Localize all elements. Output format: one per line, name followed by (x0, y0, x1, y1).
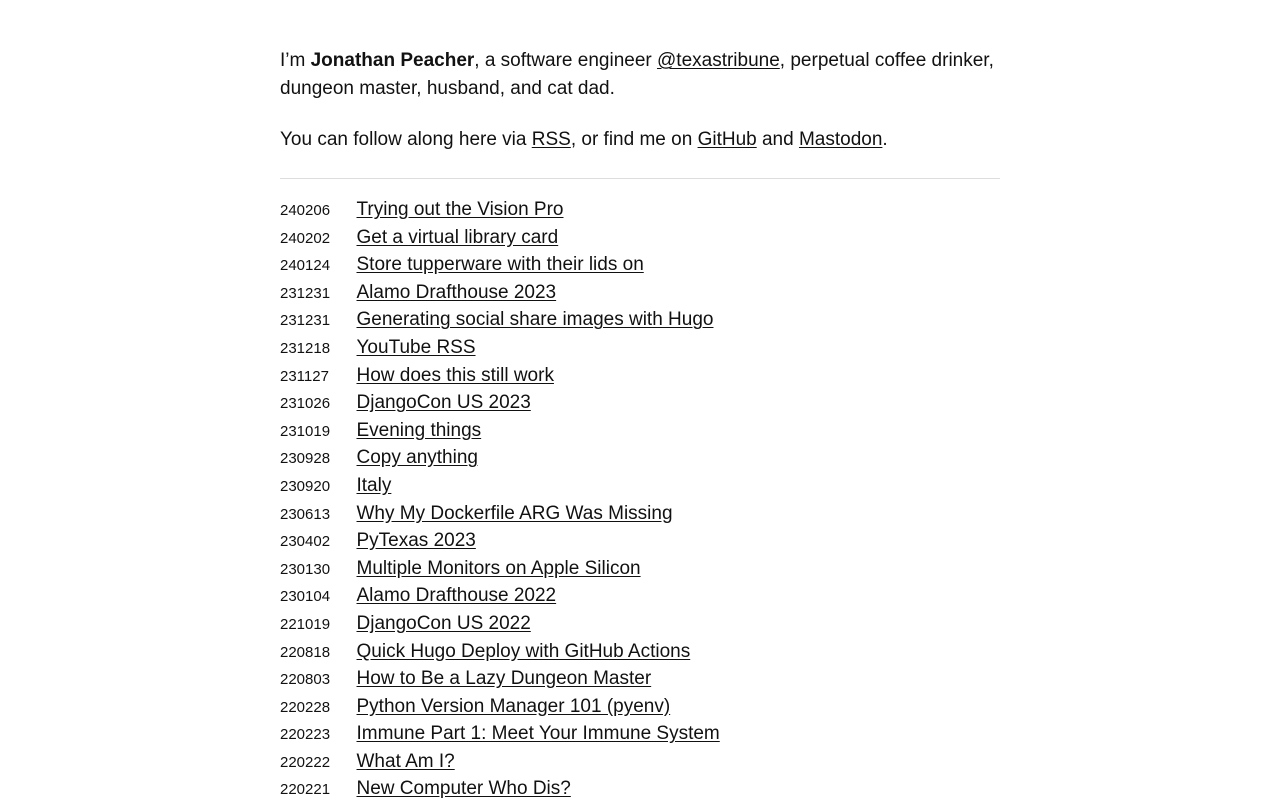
post-link[interactable]: Copy anything (357, 444, 478, 472)
post-link[interactable]: Italy (357, 472, 392, 500)
post-row: 231127 How does this still work (280, 362, 1000, 390)
post-row: 231218 YouTube RSS (280, 334, 1000, 362)
post-row: 230613 Why My Dockerfile ARG Was Missing (280, 500, 1000, 528)
post-row: 220818 Quick Hugo Deploy with GitHub Acti… (280, 638, 1000, 666)
post-date: 221019 (280, 615, 331, 633)
post-row: 231019 Evening things (280, 417, 1000, 445)
follow-middle: , or find me on (570, 129, 698, 150)
post-row: 230928 Copy anything (280, 444, 1000, 472)
post-date: 220228 (280, 698, 331, 716)
post-link[interactable]: How to Be a Lazy Dungeon Master (357, 665, 652, 693)
post-date: 230402 (280, 533, 331, 551)
post-date: 230920 (280, 477, 331, 495)
post-date: 220818 (280, 643, 331, 661)
author-name: Jonathan Peacher (310, 50, 475, 71)
post-link[interactable]: Python Version Manager 101 (pyenv) (357, 693, 671, 721)
post-row: 220222 What Am I? (280, 748, 1000, 776)
rss-link[interactable]: RSS (532, 129, 571, 150)
post-link[interactable]: Quick Hugo Deploy with GitHub Actions (357, 638, 691, 666)
github-link[interactable]: GitHub (698, 129, 757, 150)
follow-prefix: You can follow along here via (280, 129, 532, 150)
post-date: 220221 (280, 781, 331, 799)
post-link[interactable]: Trying out the Vision Pro (357, 196, 564, 224)
post-link[interactable]: Generating social share images with Hugo (357, 306, 714, 334)
post-row: 220228 Python Version Manager 101 (pyenv) (280, 693, 1000, 721)
post-date: 240206 (280, 202, 331, 219)
post-row: 240124 Store tupperware with their lids o… (280, 251, 1000, 279)
post-date: 231026 (280, 395, 331, 413)
section-divider (280, 178, 1000, 179)
follow-end: . (882, 129, 888, 150)
post-row: 220803 How to Be a Lazy Dungeon Master (280, 665, 1000, 693)
follow-and: and (756, 129, 799, 150)
post-date: 230104 (280, 588, 331, 606)
post-link[interactable]: DjangoCon US 2023 (357, 389, 531, 417)
post-row: 220223 Immune Part 1: Meet Your Immune Sy… (280, 720, 1000, 748)
post-date: 230613 (280, 505, 331, 523)
mastodon-link[interactable]: Mastodon (799, 129, 882, 150)
page-content: I’m Jonathan Peacher, a software enginee… (280, 0, 1000, 800)
post-link[interactable]: PyTexas 2023 (357, 527, 476, 555)
post-link[interactable]: What Am I? (357, 748, 455, 776)
post-date: 231218 (280, 339, 331, 357)
intro-prefix: I’m (280, 50, 311, 71)
post-link[interactable]: Get a virtual library card (357, 224, 559, 252)
post-link[interactable]: DjangoCon US 2022 (357, 610, 531, 638)
post-row: 230130 Multiple Monitors on Apple Silicon (280, 555, 1000, 583)
intro-role: , a software engineer (474, 50, 657, 71)
post-row: 240202 Get a virtual library card (280, 224, 1000, 252)
employer-link[interactable]: @texastribune (657, 50, 780, 71)
intro-paragraph: I’m Jonathan Peacher, a software enginee… (280, 47, 1000, 103)
post-date: 230928 (280, 450, 331, 468)
follow-paragraph: You can follow along here via RSS, or fi… (280, 126, 1000, 154)
post-list: 240206 Trying out the Vision Pro 240202 Ge… (280, 196, 1000, 800)
post-link[interactable]: Evening things (357, 417, 482, 445)
post-row: 221019 DjangoCon US 2022 (280, 610, 1000, 638)
post-date: 231231 (280, 312, 331, 330)
post-date: 240202 (280, 229, 331, 247)
post-row: 230402 PyTexas 2023 (280, 527, 1000, 555)
post-row: 231026 DjangoCon US 2023 (280, 389, 1000, 417)
post-row: 240206 Trying out the Vision Pro (280, 196, 1000, 224)
post-date: 231127 (280, 367, 329, 385)
post-row: 220221 New Computer Who Dis? (280, 775, 1000, 800)
post-date: 240124 (280, 257, 331, 275)
post-link[interactable]: Why My Dockerfile ARG Was Missing (357, 500, 673, 528)
post-link[interactable]: Store tupperware with their lids on (357, 251, 644, 279)
post-date: 220803 (280, 671, 331, 689)
post-row: 231231 Generating social share images wit… (280, 306, 1000, 334)
post-date: 220223 (280, 726, 331, 744)
post-date: 220222 (280, 753, 331, 771)
post-link[interactable]: Multiple Monitors on Apple Silicon (357, 555, 641, 583)
post-row: 230920 Italy (280, 472, 1000, 500)
post-link[interactable]: Alamo Drafthouse 2022 (357, 582, 557, 610)
post-row: 230104 Alamo Drafthouse 2022 (280, 582, 1000, 610)
post-link[interactable]: Alamo Drafthouse 2023 (357, 279, 557, 307)
post-link[interactable]: YouTube RSS (357, 334, 476, 362)
post-date: 231231 (280, 284, 331, 302)
post-link[interactable]: How does this still work (357, 362, 554, 390)
post-date: 231019 (280, 422, 331, 440)
post-row: 231231 Alamo Drafthouse 2023 (280, 279, 1000, 307)
post-link[interactable]: Immune Part 1: Meet Your Immune System (357, 720, 720, 748)
post-date: 230130 (280, 560, 331, 578)
post-link[interactable]: New Computer Who Dis? (357, 775, 571, 800)
